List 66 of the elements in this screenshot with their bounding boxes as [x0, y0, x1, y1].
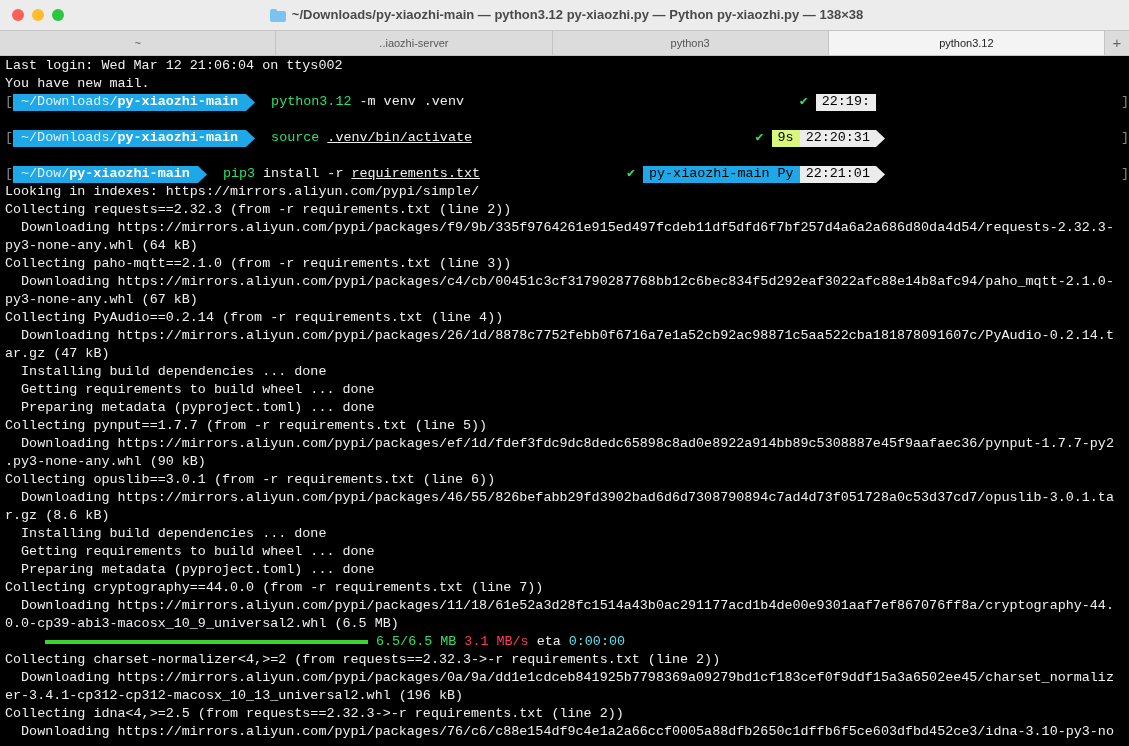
output-line: Last login: Wed Mar 12 21:06:04 on ttys002	[5, 57, 343, 75]
output-line: Downloading https://mirrors.aliyun.com/pypi/packages/26/1d/8878c7752febb0f6716a7e1a52cb92ac98871c5aa522cba181878091607c/PyAudio-0.2.14.t	[20, 327, 1114, 345]
zoom-button[interactable]	[52, 9, 64, 21]
close-button[interactable]	[12, 9, 24, 21]
status-segment: 22:19:	[815, 93, 876, 111]
output-line: Downloading https://mirrors.aliyun.com/pypi/packages/76/c6/c88e154df9c4e1a2a66ccf0005a88dfb2650c1dffb6f5ce603dfbd452ce3/idna-3.10-py3-no	[20, 723, 1114, 741]
output-line: 0.0-cp39-abi3-macosx_10_9_universal2.whl (6.5 MB)	[5, 615, 399, 633]
status-segment: 9s	[771, 129, 800, 147]
command-word: .venv/bin/activate	[327, 129, 472, 147]
eta-time: 0:00:00	[568, 633, 625, 651]
output-line: Installing build dependencies ... done	[20, 363, 327, 381]
output-line: Downloading https://mirrors.aliyun.com/pypi/packages/c4/cb/00451c3cf31790287768bb12c6bec834f5d292eaf3022afc88e14b8afc94/paho_mqtt-2.1.0-	[20, 273, 1114, 291]
output-line: Downloading https://mirrors.aliyun.com/pypi/packages/11/18/61e52a3d28fc1514a43b0ac291177acd1b4de00e9301aaf7ef867076ff8a/cryptography-44.	[20, 597, 1114, 615]
output-line: Installing build dependencies ... done	[20, 525, 327, 543]
check-icon: ✔	[626, 165, 635, 183]
segment-arrow-icon	[197, 165, 207, 183]
output-line: py3-none-any.whl (64 kB)	[5, 237, 198, 255]
bracket: ]	[1120, 165, 1129, 183]
segment-arrow-icon	[875, 165, 885, 183]
eta-label: eta	[536, 633, 561, 651]
segment-arrow-icon	[246, 129, 256, 147]
output-line: Collecting paho-mqtt==2.1.0 (from -r requirements.txt (line 3))	[5, 255, 512, 273]
output-line: Getting requirements to build wheel ... done	[20, 543, 375, 561]
output-line: Collecting requests==2.32.3 (from -r requirements.txt (line 2))	[5, 201, 512, 219]
output-line: Collecting pynput==1.7.7 (from -r requirements.txt (line 5))	[5, 417, 488, 435]
segment-arrow-icon	[875, 129, 885, 147]
output-line: Getting requirements to build wheel ... done	[20, 381, 375, 399]
status-segment: py-xiaozhi-main Py	[643, 165, 800, 183]
bracket: [	[5, 93, 14, 111]
bracket: [	[5, 165, 14, 183]
command-word: requirements.txt	[351, 165, 481, 183]
command-word: pip3	[222, 165, 256, 183]
check-icon: ✔	[799, 93, 808, 111]
output-line: Downloading https://mirrors.aliyun.com/pypi/packages/46/55/826befabb29fd3902bad6d6d7308790894c7ad4d73f051728a0c53d37cd7/opuslib-3.0.1.ta	[20, 489, 1114, 507]
command-word: -m venv .venv	[359, 93, 464, 111]
output-line: Downloading https://mirrors.aliyun.com/pypi/packages/ef/1d/fdef3fdc9dc8dedc65898c8ad0e8922a914bb89c5308887e45f9aafaec36/pynput-1.7.7-py2	[20, 435, 1114, 453]
download-speed: 3.1 MB/s	[464, 633, 529, 651]
command-word: python3.12	[271, 93, 352, 111]
tab[interactable]: python3.12	[828, 31, 1105, 55]
output-line: ar.gz (47 kB)	[5, 345, 110, 363]
output-line: You have new mail.	[5, 75, 150, 93]
output-line: Collecting opuslib==3.0.1 (from -r requirements.txt (line 6))	[5, 471, 496, 489]
bracket: [	[5, 129, 14, 147]
window-title: ~/Downloads/py-xiaozhi-main — python3.12 py-xiaozhi.py — Python py-xiaozhi.py — 138×38	[291, 6, 864, 25]
output-line: Collecting PyAudio==0.2.14 (from -r requirements.txt (line 4))	[5, 309, 504, 327]
output-line: Preparing metadata (pyproject.toml) ... done	[20, 561, 375, 579]
output-line: er-3.4.1-cp312-cp312-macosx_10_13_universal2.whl (196 kB)	[5, 687, 464, 705]
output-line: .py3-none-any.whl (90 kB)	[5, 453, 206, 471]
minimize-button[interactable]	[32, 9, 44, 21]
output-line: Downloading https://mirrors.aliyun.com/pypi/packages/0a/9a/dd1e1cdceb841925b7798369a09279bd1cf183cef0f9ddf15a3a6502ee45/charset_normaliz	[20, 669, 1114, 687]
check-icon: ✔	[755, 129, 764, 147]
command-word: install -r	[263, 165, 344, 183]
bracket: ]	[1120, 129, 1129, 147]
output-line: py3-none-any.whl (67 kB)	[5, 291, 198, 309]
output-line: Downloading https://mirrors.aliyun.com/pypi/packages/f9/9b/335f9764261e915ed497fcdeb11df5dfd6f7bf257d4a6a2a686d80da4d54/requests-2.32.3-	[20, 219, 1114, 237]
output-line: Collecting idna<4,>=2.5 (from requests==2.32.3->-r requirements.txt (line 2))	[5, 705, 624, 723]
download-size: 6.5/6.5 MB	[376, 633, 457, 651]
output-line: Collecting cryptography==44.0.0 (from -r requirements.txt (line 7))	[5, 579, 544, 597]
output-line: Preparing metadata (pyproject.toml) ... done	[20, 399, 375, 417]
folder-icon	[269, 8, 286, 22]
command-word: source	[271, 129, 320, 147]
output-line: r.gz (8.6 kB)	[5, 507, 110, 525]
output-line: Looking in indexes: https://mirrors.aliyun.com/pypi/simple/	[5, 183, 480, 201]
output-line: Collecting charset-normalizer<4,>=2 (from requests==2.32.3->-r requirements.txt (line 2))	[5, 651, 721, 669]
bracket: ]	[1120, 93, 1129, 111]
segment-arrow-icon	[246, 93, 256, 111]
